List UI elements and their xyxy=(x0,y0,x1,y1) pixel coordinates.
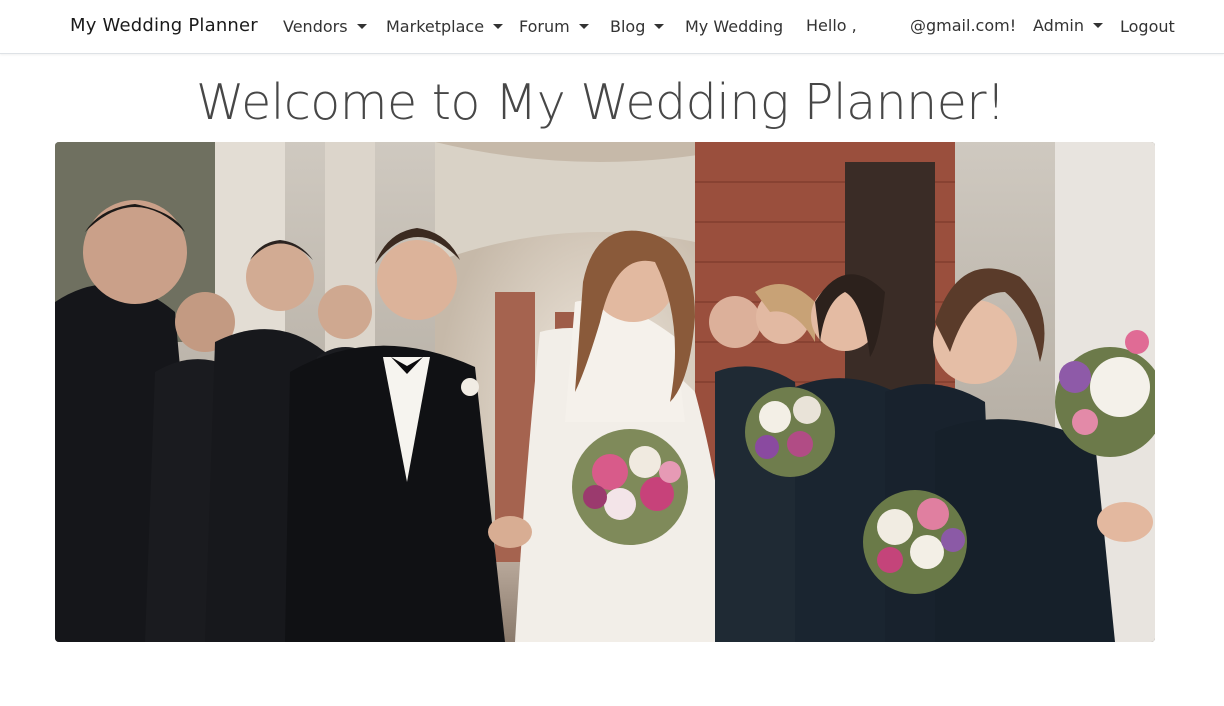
caret-down-icon xyxy=(356,24,367,29)
caret-down-icon xyxy=(1093,23,1103,28)
caret-down-icon xyxy=(578,24,589,29)
nav-my-wedding-link[interactable]: My Wedding xyxy=(685,17,783,36)
nav-my-wedding-label: My Wedding xyxy=(685,17,784,36)
nav-blog-dropdown[interactable]: Blog xyxy=(610,17,665,36)
nav-marketplace-label: Marketplace xyxy=(386,17,485,36)
page-title: Welcome to My Wedding Planner! xyxy=(196,74,1006,131)
caret-down-icon xyxy=(654,24,665,29)
nav-admin-label: Admin xyxy=(1033,16,1084,35)
nav-forum-label: Forum xyxy=(519,17,570,36)
nav-admin-dropdown[interactable]: Admin xyxy=(1033,16,1103,35)
nav-marketplace-dropdown[interactable]: Marketplace xyxy=(386,17,504,36)
caret-down-icon xyxy=(493,24,504,29)
logout-link[interactable]: Logout xyxy=(1120,17,1175,36)
navbar: My Wedding Planner Vendors Marketplace F… xyxy=(0,0,1224,54)
hero-photo xyxy=(55,142,1155,642)
nav-vendors-dropdown[interactable]: Vendors xyxy=(283,17,367,36)
nav-blog-label: Blog xyxy=(610,17,646,36)
brand-link[interactable]: My Wedding Planner xyxy=(70,15,258,36)
greeting-email: @gmail.com! xyxy=(910,16,1017,35)
wedding-party-photo xyxy=(55,142,1155,642)
logout-label: Logout xyxy=(1120,17,1175,36)
nav-vendors-label: Vendors xyxy=(283,17,348,36)
nav-forum-dropdown[interactable]: Forum xyxy=(519,17,589,36)
greeting-prefix: Hello , xyxy=(806,16,857,35)
